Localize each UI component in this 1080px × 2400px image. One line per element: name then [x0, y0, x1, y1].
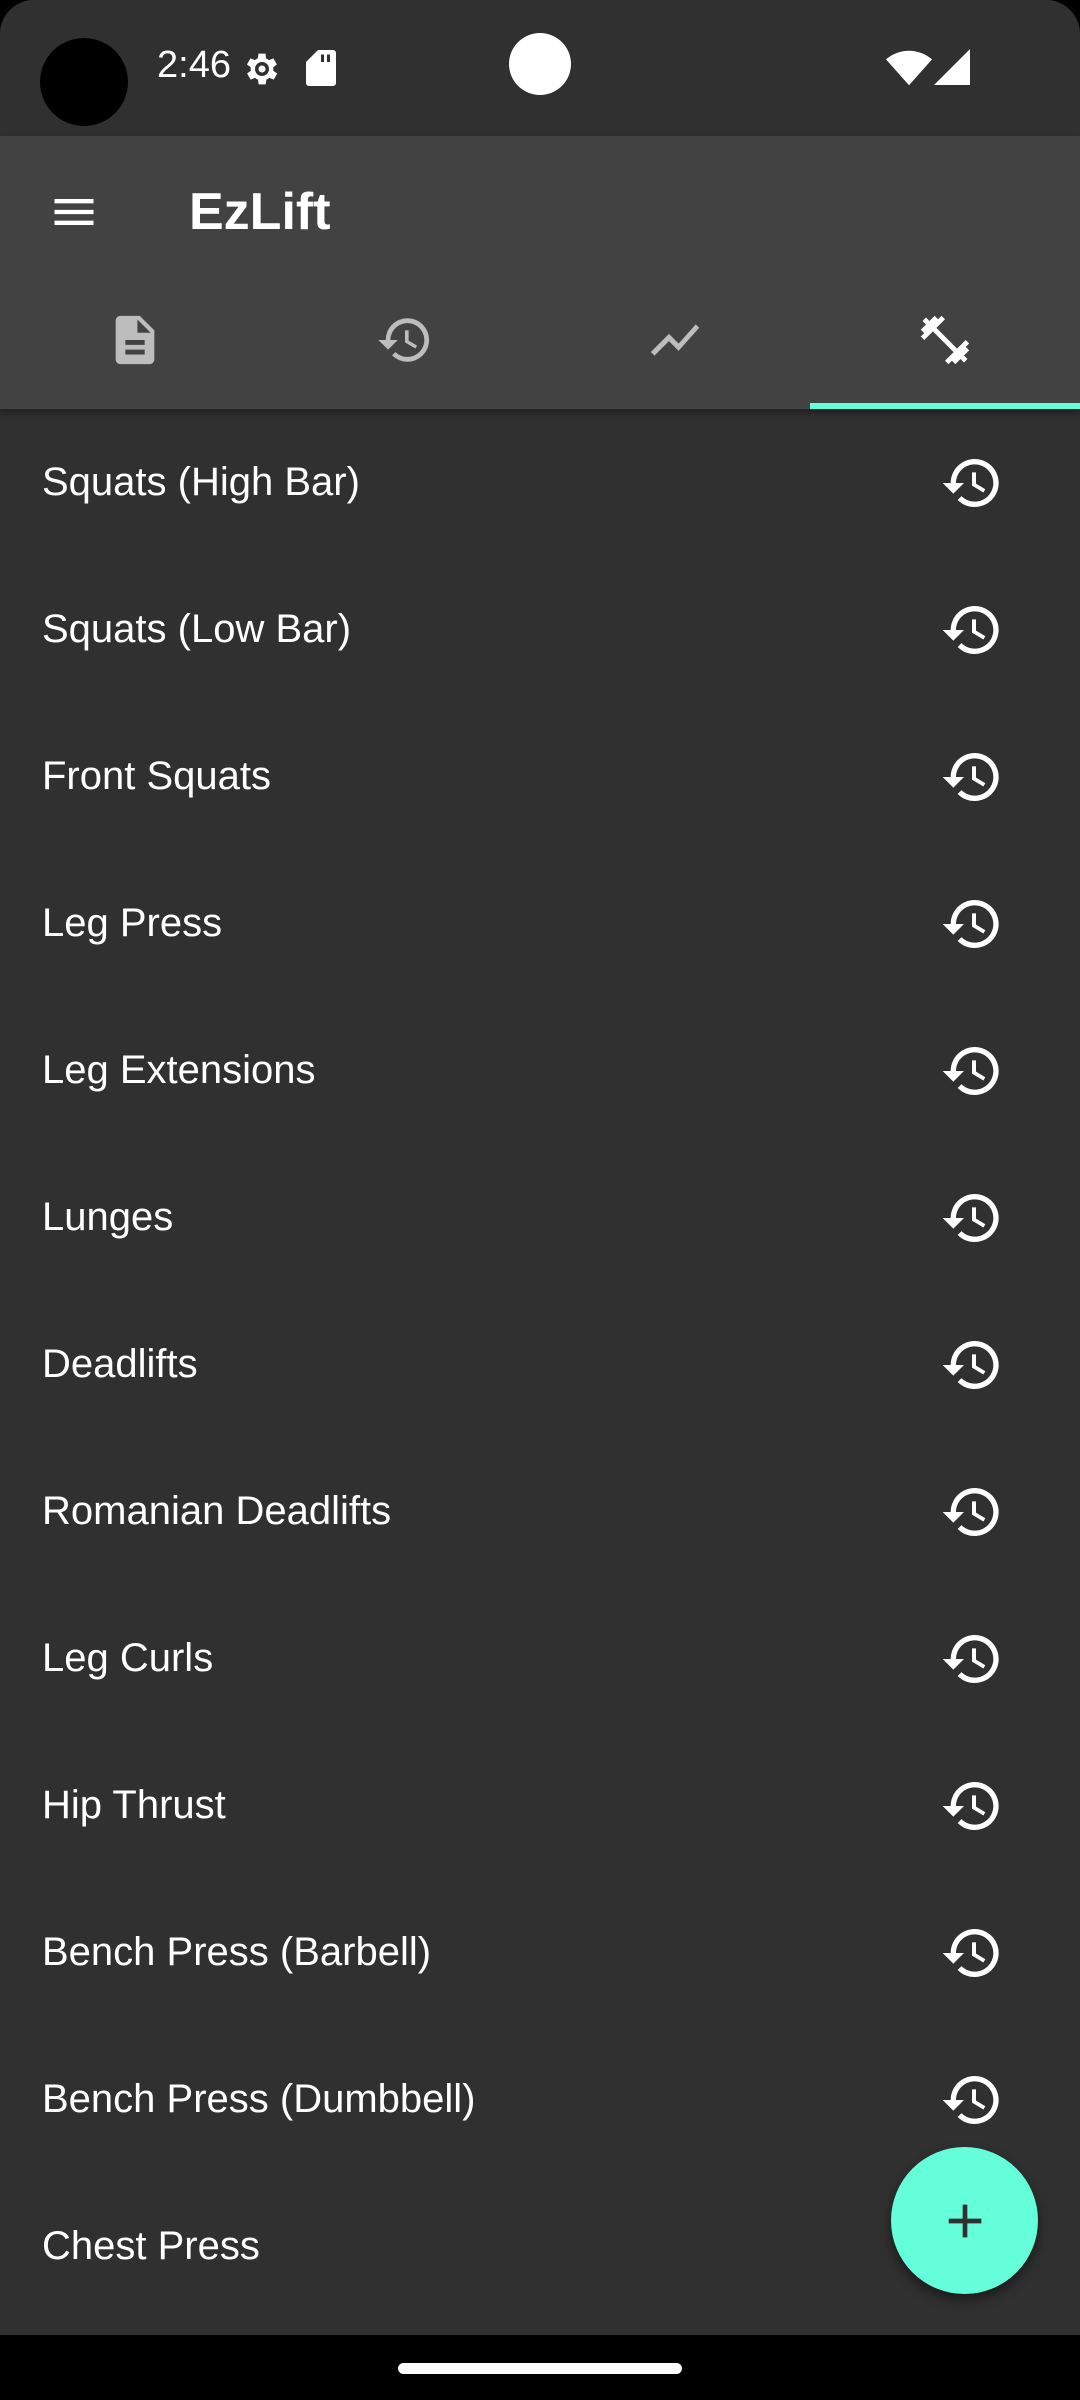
list-item[interactable]: Leg Curls — [0, 1585, 1080, 1732]
plus-icon — [948, 2204, 981, 2237]
history-icon — [942, 605, 999, 654]
signal-icon — [934, 49, 970, 85]
history-icon — [942, 899, 999, 948]
tab-progress[interactable] — [540, 270, 810, 409]
history-icon — [942, 1487, 999, 1536]
exercise-history-button[interactable] — [932, 2060, 1012, 2140]
tab-history[interactable] — [270, 270, 540, 409]
exercise-history-button[interactable] — [932, 1031, 1012, 1111]
camera-cutout — [509, 33, 571, 95]
exercise-history-button[interactable] — [932, 1472, 1012, 1552]
exercise-name: Chest Press — [42, 2224, 260, 2268]
gear-icon — [246, 53, 278, 85]
list-item[interactable]: Hip Thrust — [0, 1732, 1080, 1879]
history-icon — [942, 1928, 999, 1977]
wifi-icon — [886, 50, 932, 86]
menu-icon — [54, 199, 94, 225]
list-item[interactable]: Squats (High Bar) — [0, 409, 1080, 556]
trending-icon — [650, 323, 700, 356]
exercise-history-button[interactable] — [932, 1913, 1012, 1993]
list-item[interactable]: Romanian Deadlifts — [0, 1438, 1080, 1585]
status-bar: 2:46 — [0, 0, 1080, 136]
exercise-name: Leg Extensions — [42, 1048, 316, 1092]
app-title: EzLift — [189, 183, 331, 241]
list-item[interactable]: Deadlifts — [0, 1291, 1080, 1438]
exercise-history-button[interactable] — [932, 590, 1012, 670]
exercise-name: Leg Curls — [42, 1636, 214, 1680]
exercise-name: Bench Press (Barbell) — [42, 1930, 432, 1974]
navigation-bar — [0, 2335, 1080, 2400]
history-icon — [942, 458, 999, 507]
exercise-name: Hip Thrust — [42, 1783, 226, 1827]
history-icon — [942, 752, 999, 801]
home-gesture-handle[interactable] — [398, 2363, 682, 2374]
exercise-history-button[interactable] — [932, 1325, 1012, 1405]
exercise-name: Deadlifts — [42, 1342, 198, 1386]
status-time: 2:46 — [157, 44, 231, 86]
exercise-history-button[interactable] — [932, 1766, 1012, 1846]
app-screen: 2:46 EzLift Squats (High Bar) Squats (Lo… — [0, 0, 1080, 2400]
tab-workout-log[interactable] — [0, 270, 270, 409]
document-icon — [115, 315, 155, 364]
list-item[interactable]: Leg Press — [0, 850, 1080, 997]
exercise-name: Squats (Low Bar) — [42, 607, 352, 651]
list-item[interactable]: Bench Press (Barbell) — [0, 1879, 1080, 2026]
dumbbell-icon — [920, 315, 970, 364]
list-item[interactable]: Bench Press (Dumbbell) — [0, 2026, 1080, 2173]
exercise-list: Squats (High Bar) Squats (Low Bar) Front… — [0, 409, 1080, 2335]
add-exercise-button[interactable] — [891, 2147, 1038, 2294]
exercise-name: Leg Press — [42, 901, 223, 945]
exercise-history-button[interactable] — [932, 884, 1012, 964]
exercise-history-button[interactable] — [932, 737, 1012, 817]
history-icon — [942, 1046, 999, 1095]
exercise-history-button[interactable] — [932, 1178, 1012, 1258]
history-icon — [942, 1634, 999, 1683]
list-item[interactable]: Lunges — [0, 1144, 1080, 1291]
exercise-history-button[interactable] — [932, 443, 1012, 523]
list-item[interactable]: Front Squats — [0, 703, 1080, 850]
history-icon — [942, 2075, 999, 2124]
selected-tab-indicator — [810, 403, 1080, 409]
list-item[interactable]: Squats (Low Bar) — [0, 556, 1080, 703]
history-icon — [942, 1781, 999, 1830]
tab-bar — [0, 270, 1080, 409]
exercise-name: Lunges — [42, 1195, 174, 1239]
history-icon — [942, 1193, 999, 1242]
exercise-name: Bench Press (Dumbbell) — [42, 2077, 476, 2121]
history-icon — [942, 1340, 999, 1389]
menu-button[interactable] — [34, 172, 114, 252]
app-bar: EzLift — [0, 136, 1080, 409]
exercise-name: Romanian Deadlifts — [42, 1489, 392, 1533]
sd-card-icon — [306, 50, 336, 86]
tab-exercises[interactable] — [810, 270, 1080, 409]
history-icon — [378, 317, 430, 362]
exercise-name: Squats (High Bar) — [42, 460, 360, 504]
exercise-name: Front Squats — [42, 754, 272, 798]
list-item[interactable]: Leg Extensions — [0, 997, 1080, 1144]
front-camera — [40, 38, 128, 126]
exercise-history-button[interactable] — [932, 1619, 1012, 1699]
